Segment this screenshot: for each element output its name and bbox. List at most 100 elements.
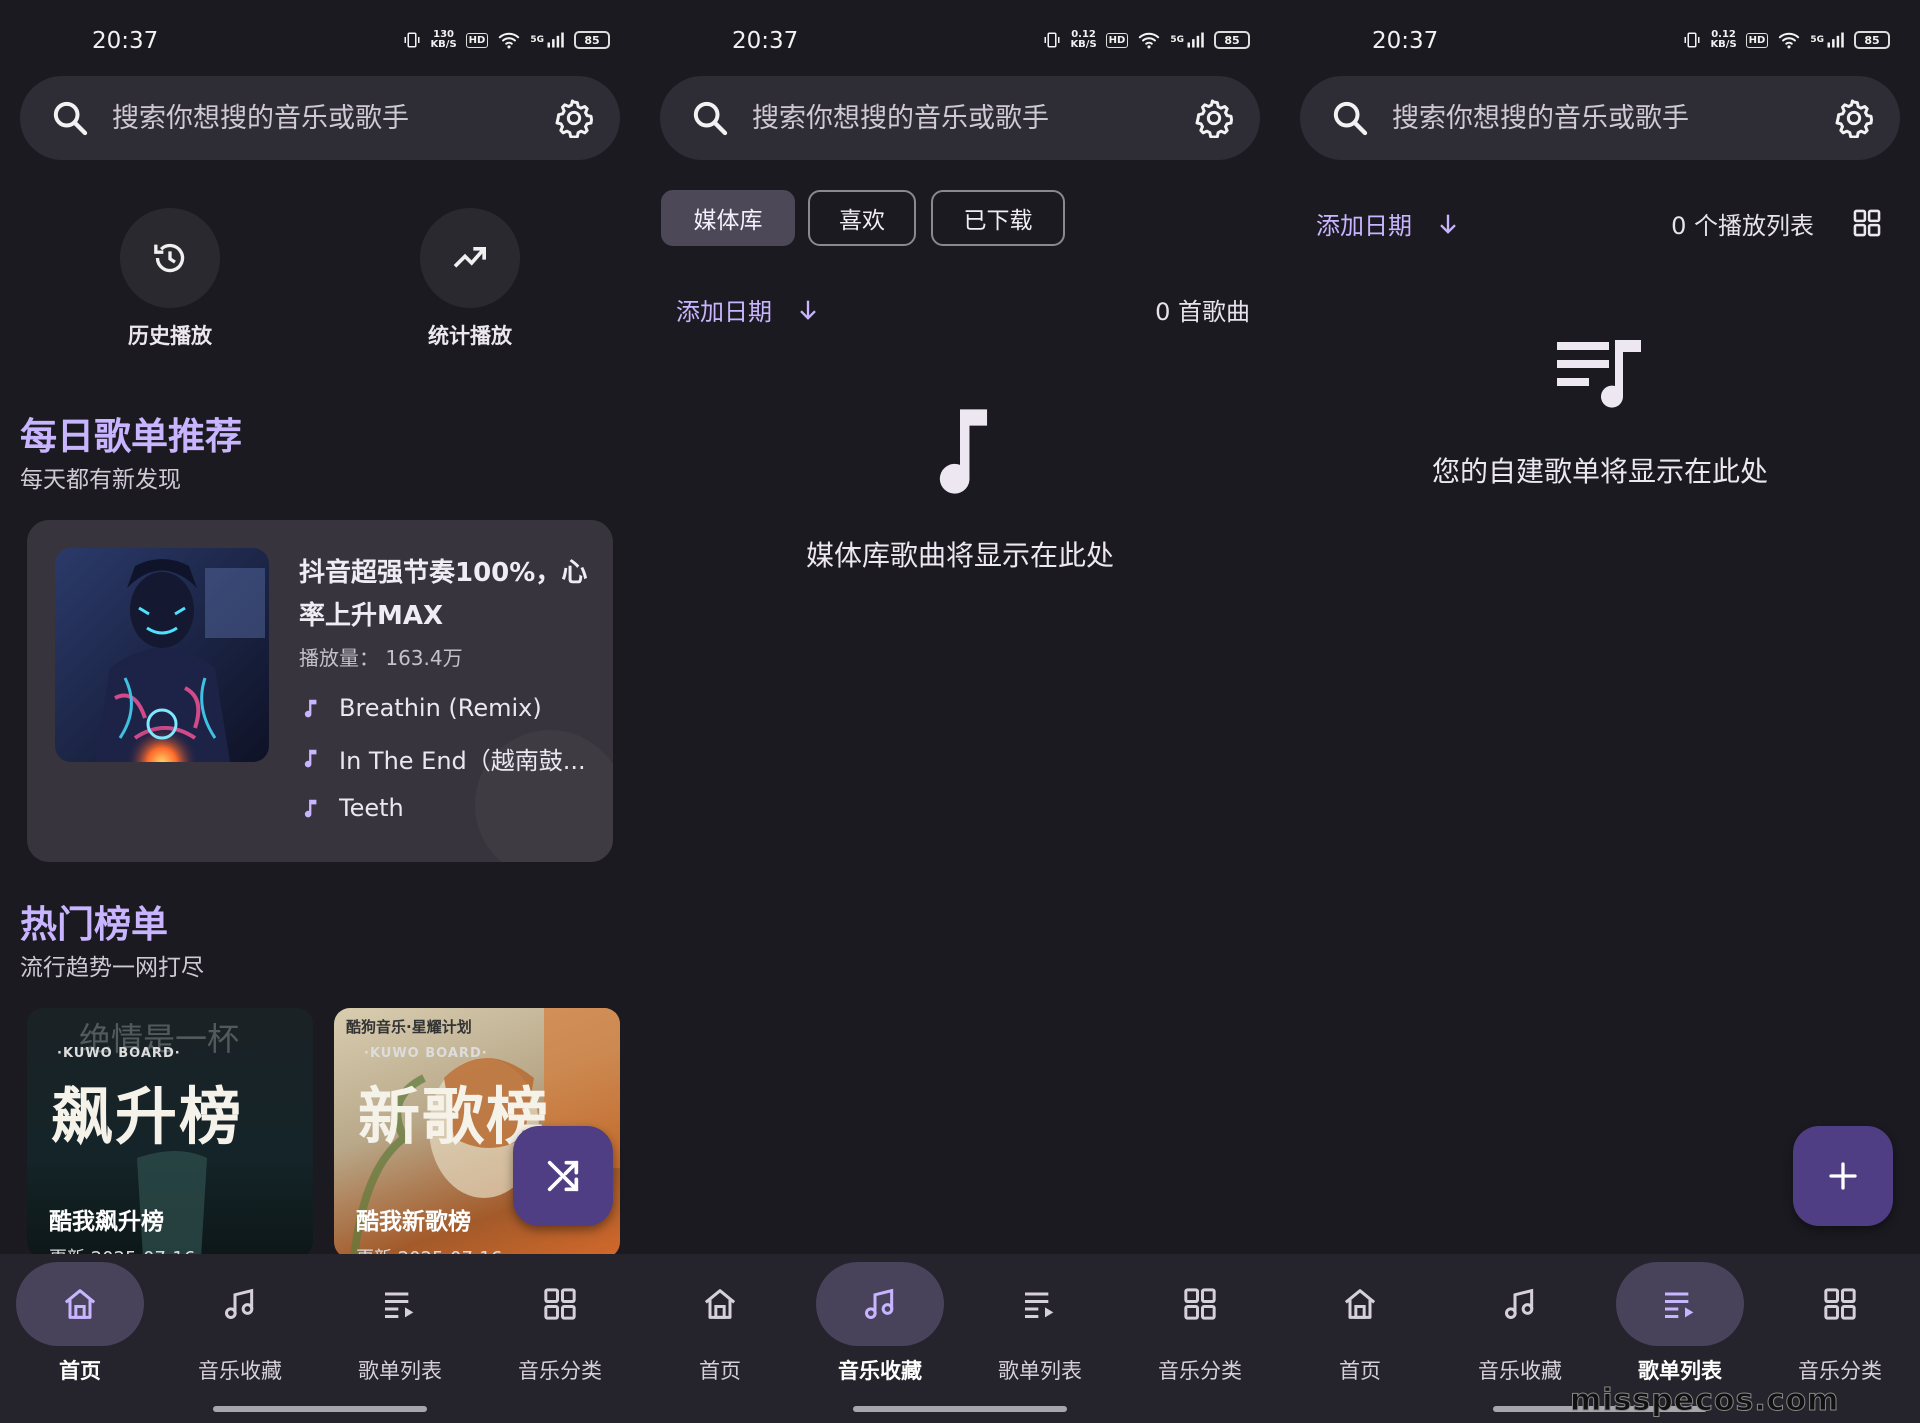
net-speed: 130 KB/S [430, 29, 457, 50]
search-bar[interactable] [1300, 76, 1900, 160]
chart-name: 酷我飙升榜 [49, 1209, 164, 1235]
nav-item-playlists[interactable]: 歌单列表 [960, 1254, 1120, 1394]
category-grid-icon [1820, 1284, 1860, 1324]
sort-label: 添加日期 [676, 298, 772, 326]
sort-button[interactable]: 添加日期 [1316, 206, 1462, 241]
nav-label: 歌单列表 [1638, 1359, 1722, 1383]
sort-label: 添加日期 [1316, 212, 1412, 240]
playlists-screen: 20:37 0.12KB/S HD 5G 85 添加日期 0 个播放列表 您的自… [1280, 0, 1920, 1423]
history-icon [154, 243, 185, 273]
nav-label: 音乐收藏 [1478, 1359, 1562, 1383]
net-speed: 0.12 KB/S [1070, 29, 1097, 50]
music-note-icon [299, 795, 321, 821]
plus-icon [1829, 1162, 1857, 1190]
nav-item-playlists[interactable]: 歌单列表 [320, 1254, 480, 1394]
nav-item-categories[interactable]: 音乐分类 [1120, 1254, 1280, 1394]
list-item[interactable]: In The End（越南鼓... [299, 740, 599, 776]
hd-badge: HD [1745, 32, 1769, 48]
music-collection-icon [220, 1284, 260, 1324]
chart-cover-art [137, 1151, 207, 1258]
bottom-navigation: 首页 音乐收藏 歌单列表 音乐分类 [640, 1254, 1280, 1423]
search-bar[interactable] [660, 76, 1260, 160]
cell-signal-icon: 5G [530, 30, 565, 50]
nav-item-categories[interactable]: 音乐分类 [480, 1254, 640, 1394]
chip-liked[interactable]: 喜欢 [808, 190, 916, 246]
gear-icon[interactable] [1194, 98, 1234, 138]
hot-section-subtitle: 流行趋势一网打尽 [20, 955, 204, 981]
nav-label: 首页 [1339, 1359, 1381, 1383]
gear-icon[interactable] [554, 98, 594, 138]
music-collection-screen: 20:37 0.12KB/S HD 5G 85 媒体库 喜欢 已下载 添加日期 … [640, 0, 1280, 1423]
stats-play-button[interactable]: 统计播放 [420, 208, 520, 350]
shuffle-button[interactable] [513, 1126, 613, 1226]
hd-badge: HD [465, 32, 489, 48]
list-item[interactable]: Breathin (Remix) [299, 690, 599, 726]
nav-label: 音乐分类 [518, 1359, 602, 1383]
nav-item-music-collection[interactable]: 音乐收藏 [1440, 1254, 1600, 1394]
song-name: In The End（越南鼓... [339, 746, 586, 775]
gesture-bar[interactable] [853, 1406, 1067, 1412]
wifi-icon [1137, 30, 1161, 50]
chip-library[interactable]: 媒体库 [661, 190, 795, 246]
empty-state-message: 媒体库歌曲将显示在此处 [805, 539, 1114, 572]
song-name: Breathin (Remix) [339, 694, 542, 722]
playlist-count: 0 个播放列表 [1671, 212, 1814, 240]
sort-button[interactable]: 添加日期 [676, 292, 822, 327]
nav-item-music-collection[interactable]: 音乐收藏 [800, 1254, 960, 1394]
nav-label: 音乐收藏 [838, 1359, 922, 1383]
search-input[interactable] [752, 94, 1172, 142]
nav-label: 首页 [59, 1359, 101, 1383]
playlist-play-count: 播放量： 163.4万 [299, 646, 463, 670]
category-grid-icon [1180, 1284, 1220, 1324]
nav-item-music-collection[interactable]: 音乐收藏 [160, 1254, 320, 1394]
cell-signal-icon: 5G [1810, 30, 1845, 50]
playlist-icon [1660, 1284, 1700, 1324]
music-note-icon [299, 695, 321, 721]
home-icon [60, 1284, 100, 1324]
search-icon[interactable] [50, 98, 90, 138]
add-playlist-button[interactable] [1793, 1126, 1893, 1226]
gear-icon[interactable] [1834, 98, 1874, 138]
history-play-button[interactable]: 历史播放 [120, 208, 220, 350]
search-icon[interactable] [690, 98, 730, 138]
chart-cover-title: 飙升榜 [51, 1080, 244, 1153]
battery-icon: 85 [1854, 31, 1890, 49]
search-bar[interactable] [20, 76, 620, 160]
playlist-icon [1020, 1284, 1060, 1324]
bottom-navigation: 首页 音乐收藏 歌单列表 音乐分类 [0, 1254, 640, 1423]
cell-signal-icon: 5G [1170, 30, 1205, 50]
vibrate-icon [403, 30, 421, 50]
list-item[interactable]: Teeth [299, 790, 599, 826]
nav-item-home[interactable]: 首页 [640, 1254, 800, 1394]
nav-label: 音乐收藏 [198, 1359, 282, 1383]
chip-downloaded[interactable]: 已下载 [931, 190, 1065, 246]
battery-icon: 85 [1214, 31, 1250, 49]
nav-label: 歌单列表 [998, 1359, 1082, 1383]
shuffle-icon [547, 1160, 579, 1192]
vibrate-icon [1043, 30, 1061, 50]
chart-badge: ·KUWO BOARD· [364, 1046, 488, 1061]
daily-playlist-card[interactable]: 抖音超强节奏100%，心率上升MAX 播放量： 163.4万 Breathin … [27, 520, 613, 862]
gesture-bar[interactable] [213, 1406, 427, 1412]
nav-item-home[interactable]: 首页 [1280, 1254, 1440, 1394]
status-time: 20:37 [1372, 28, 1439, 54]
nav-label: 音乐分类 [1798, 1359, 1882, 1383]
song-name: Teeth [339, 794, 404, 822]
hd-badge: HD [1105, 32, 1129, 48]
home-icon [1340, 1284, 1380, 1324]
chart-badge: ·KUWO BOARD· [57, 1046, 181, 1061]
grid-view-icon[interactable] [1850, 206, 1884, 240]
status-bar: 20:37 130 KB/S HD 5G 85 [0, 24, 640, 60]
nav-item-home[interactable]: 首页 [0, 1254, 160, 1394]
music-note-icon [939, 409, 988, 494]
chart-card-rising[interactable]: 绝情是一杯 ·KUWO BOARD· 飙升榜 酷我飙升榜 更新 2025-07-… [27, 1008, 313, 1258]
search-icon[interactable] [1330, 98, 1370, 138]
search-input[interactable] [1392, 94, 1812, 142]
nav-item-categories[interactable]: 音乐分类 [1760, 1254, 1920, 1394]
music-note-icon [299, 745, 321, 771]
music-collection-icon [1500, 1284, 1540, 1324]
nav-item-playlists[interactable]: 歌单列表 [1600, 1254, 1760, 1394]
playlist-title: 抖音超强节奏100%，心率上升MAX [299, 558, 588, 631]
search-input[interactable] [112, 94, 532, 142]
watermark: misspecos.com [1569, 1383, 1840, 1419]
